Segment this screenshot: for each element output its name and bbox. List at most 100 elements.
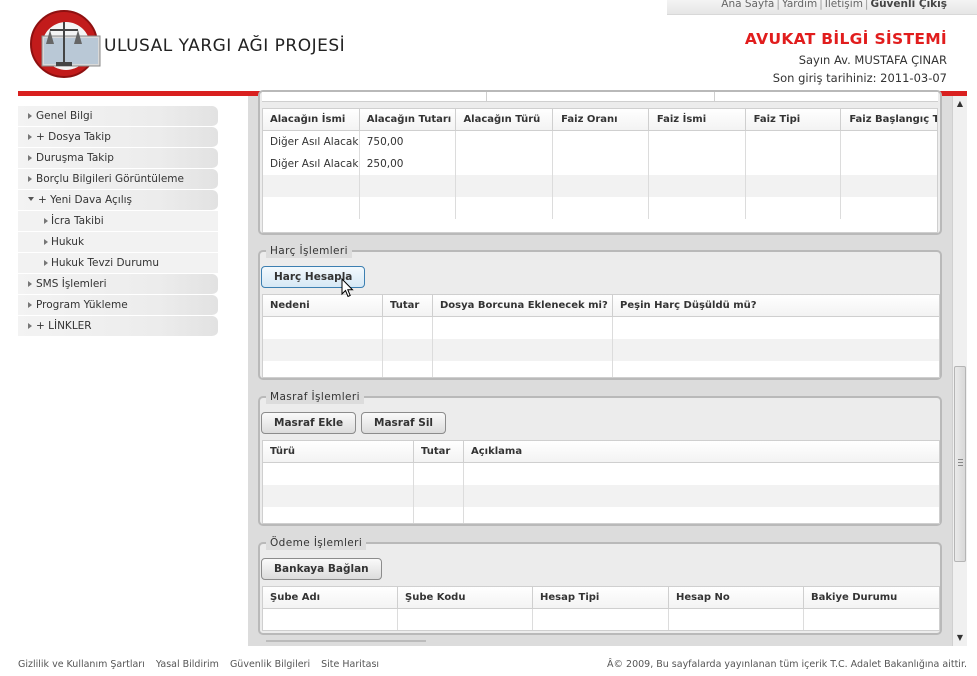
table-cell: Diğer Asıl Alacak (263, 153, 360, 175)
help-link[interactable]: Yardım (782, 0, 817, 10)
table-cell (456, 153, 554, 175)
system-title: AVUKAT BİLGİ SİSTEMİ (744, 30, 947, 48)
sidebar-item-sms-islemleri[interactable]: SMS İşlemleri (18, 274, 218, 295)
project-title: ULUSAL YARGI AĞI PROJESİ (104, 36, 346, 56)
table-row-empty (263, 175, 937, 197)
chevron-right-icon (28, 323, 32, 329)
column-header[interactable]: Türü (263, 441, 414, 462)
harc-grid: Nedeni Tutar Dosya Borcuna Eklenecek mi?… (262, 294, 940, 378)
table-cell (841, 131, 937, 153)
chevron-right-icon (44, 260, 48, 266)
masraf-panel: Masraf İşlemleri Masraf Ekle Masraf Sil … (258, 390, 942, 526)
table-cell (553, 131, 649, 153)
column-header[interactable]: Nedeni (263, 295, 383, 316)
odeme-legend: Ödeme İşlemleri (266, 536, 367, 550)
column-header[interactable]: Faiz Tipi (746, 109, 842, 130)
column-header[interactable]: Dosya Borcuna Eklenecek mi? (433, 295, 613, 316)
footer-links: Gizlilik ve Kullanım Şartları Yasal Bild… (18, 659, 387, 670)
table-cell: Diğer Asıl Alacak (263, 131, 360, 153)
security-info-link[interactable]: Güvenlik Bilgileri (230, 659, 310, 670)
odeme-panel: Ödeme İşlemleri Bankaya Bağlan Şube Adı … (258, 536, 942, 635)
sidebar-item-linkler[interactable]: + LİNKLER (18, 316, 218, 337)
odeme-grid: Şube Adı Şube Kodu Hesap Tipi Hesap No B… (262, 586, 940, 631)
column-header[interactable]: Alacağın Türü (456, 109, 554, 130)
chevron-right-icon (28, 281, 32, 287)
masraf-ekle-button[interactable]: Masraf Ekle (261, 412, 357, 434)
sidebar-item-genel-bilgi[interactable]: Genel Bilgi (18, 106, 218, 127)
chevron-down-icon (28, 197, 34, 201)
column-header[interactable]: Alacağın İsmi (263, 109, 360, 130)
table-row-empty (263, 485, 939, 507)
table-cell (553, 153, 649, 175)
sidebar-nav: Genel Bilgi + Dosya Takip Duruşma Takip … (18, 106, 218, 337)
chevron-right-icon (28, 113, 32, 119)
sidebar-subitem-hukuk[interactable]: Hukuk (18, 232, 218, 253)
mouse-pointer-icon (341, 278, 354, 298)
sidebar-subitem-icra-takibi[interactable]: İcra Takibi (18, 211, 218, 232)
harc-legend: Harç İşlemleri (266, 244, 352, 258)
justice-logo-icon (30, 10, 101, 78)
column-header[interactable]: Tutar (414, 441, 464, 462)
user-greeting: Sayın Av. MUSTAFA ÇINAR (798, 53, 947, 67)
sidebar-item-dosya-takip[interactable]: + Dosya Takip (18, 127, 218, 148)
table-cell (841, 153, 937, 175)
column-header[interactable]: Bakiye Durumu (804, 587, 939, 608)
sidebar-item-program-yukleme[interactable]: Program Yükleme (18, 295, 218, 316)
chevron-right-icon (28, 155, 32, 161)
table-row-empty (263, 317, 939, 339)
alacak-grid: Alacağın İsmi Alacağın Tutarı Alacağın T… (262, 108, 938, 233)
scrollbar-thumb[interactable] (954, 366, 966, 562)
bankaya-baglan-button[interactable]: Bankaya Bağlan (261, 558, 382, 580)
column-header[interactable]: Şube Kodu (398, 587, 533, 608)
top-links: Ana Sayfa | Yardım | İletişim | Güvenli Çıkış (667, 0, 977, 15)
sidebar-item-durusma-takip[interactable]: Duruşma Takip (18, 148, 218, 169)
copyright-text: Â© 2009, Bu sayfalarda yayınlanan tüm iç… (607, 659, 967, 670)
contact-link[interactable]: İletişim (825, 0, 863, 10)
table-cell (746, 153, 842, 175)
content-scrollbar[interactable]: ▲ ▼ (952, 96, 967, 646)
column-header[interactable]: Peşin Harç Düşüldü mü? (613, 295, 939, 316)
chevron-right-icon (44, 218, 48, 224)
privacy-link[interactable]: Gizlilik ve Kullanım Şartları (18, 659, 145, 670)
column-header[interactable]: Tutar (383, 295, 433, 316)
chevron-right-icon (28, 302, 32, 308)
alacak-grid-header: Alacağın İsmi Alacağın Tutarı Alacağın T… (263, 109, 937, 131)
alacak-previous-grid-edge (262, 92, 938, 102)
masraf-grid: Türü Tutar Açıklama (262, 440, 940, 524)
sidebar-item-borclu-bilgileri[interactable]: Borçlu Bilgileri Görüntüleme (18, 169, 218, 190)
chevron-right-icon (28, 134, 32, 140)
table-row-empty (263, 339, 939, 361)
harc-panel: Harç İşlemleri Harç Hesapla Nedeni Tutar… (258, 244, 942, 380)
column-header[interactable]: Açıklama (464, 441, 939, 462)
scroll-down-arrow-icon[interactable]: ▼ (953, 630, 967, 646)
table-row-empty (263, 197, 937, 219)
column-header[interactable]: Faiz İsmi (649, 109, 746, 130)
legal-notice-link[interactable]: Yasal Bildirim (156, 659, 219, 670)
table-row-empty (263, 609, 939, 630)
chevron-right-icon (28, 176, 32, 182)
table-row-empty (263, 463, 939, 485)
column-header[interactable]: Faiz Oranı (553, 109, 649, 130)
column-header[interactable]: Alacağın Tutarı (360, 109, 457, 130)
site-map-link[interactable]: Site Haritası (321, 659, 379, 670)
column-header[interactable]: Şube Adı (263, 587, 398, 608)
table-cell (746, 131, 842, 153)
table-row[interactable]: Diğer Asıl Alacak 250,00 (263, 153, 937, 175)
column-header[interactable]: Hesap No (669, 587, 804, 608)
table-row-empty (263, 361, 939, 377)
sidebar-item-yeni-dava-acilis[interactable]: + Yeni Dava Açılış (18, 190, 218, 211)
masraf-sil-button[interactable]: Masraf Sil (361, 412, 447, 434)
column-header[interactable]: Hesap Tipi (533, 587, 669, 608)
table-cell (649, 153, 746, 175)
page-footer: Gizlilik ve Kullanım Şartları Yasal Bild… (0, 646, 977, 676)
logout-link[interactable]: Güvenli Çıkış (870, 0, 947, 10)
chevron-right-icon (44, 239, 48, 245)
sidebar-subitem-hukuk-tevzi[interactable]: Hukuk Tevzi Durumu Sorgulama (18, 253, 218, 290)
table-row-empty (263, 507, 939, 523)
column-header[interactable]: Faiz Başlangıç T (841, 109, 937, 130)
scroll-up-arrow-icon[interactable]: ▲ (953, 96, 967, 112)
table-cell: 750,00 (360, 131, 457, 153)
table-row[interactable]: Diğer Asıl Alacak 750,00 (263, 131, 937, 153)
home-link[interactable]: Ana Sayfa (721, 0, 774, 10)
last-login-date: Son giriş tarihiniz: 2011-03-07 (772, 71, 947, 85)
